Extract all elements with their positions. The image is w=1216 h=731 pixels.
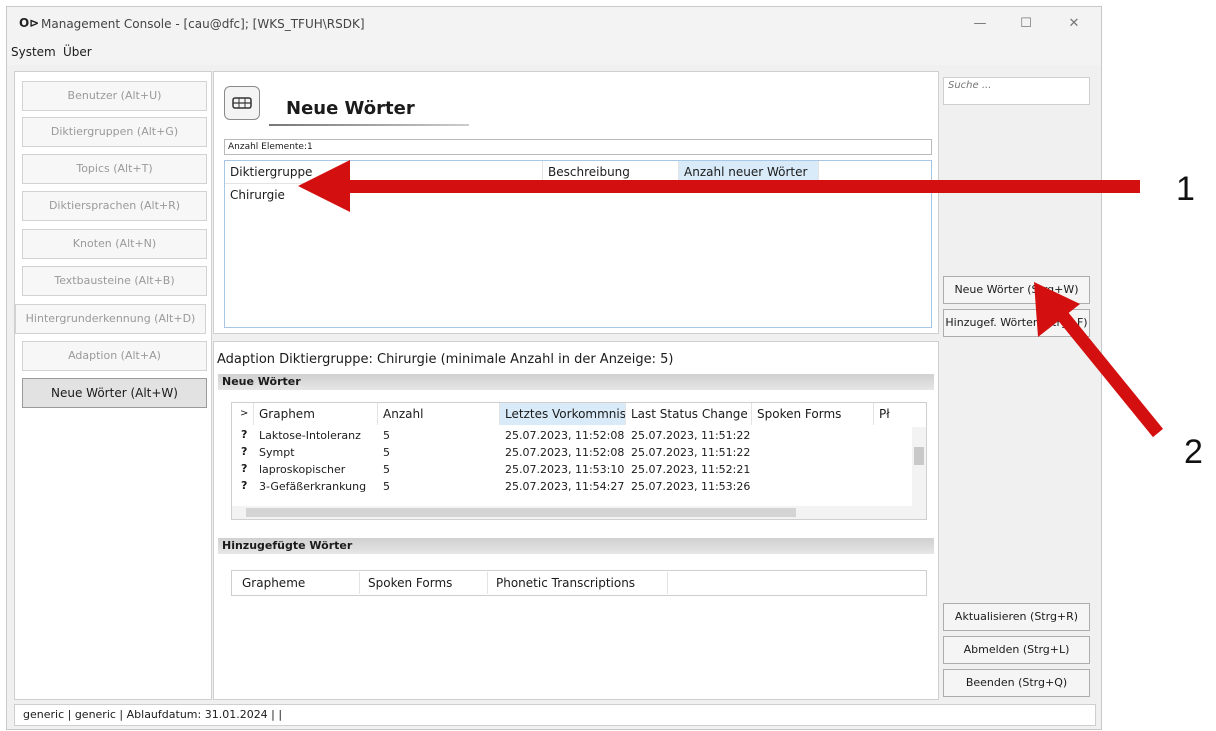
callout-2: 2 [1184, 433, 1203, 471]
arrow-2-icon [1034, 282, 1164, 438]
arrow-1-icon [298, 160, 1140, 212]
callout-1: 1 [1176, 170, 1195, 208]
annotation-overlay [298, 160, 1164, 438]
